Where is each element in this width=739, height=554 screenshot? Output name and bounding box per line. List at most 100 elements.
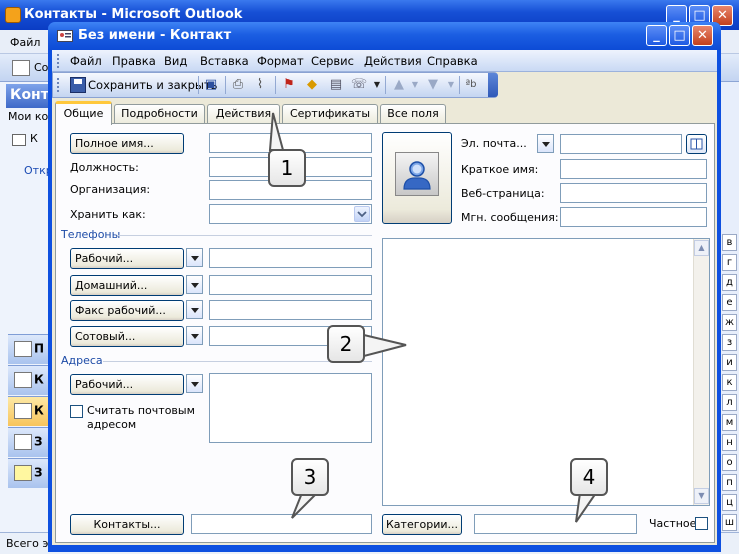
contact-window-title: Без имени - Контакт xyxy=(78,28,232,43)
scroll-up-icon[interactable]: ▲ xyxy=(694,240,709,256)
display-as-label: Краткое имя: xyxy=(461,163,539,176)
outlook-menu-file[interactable]: Файл xyxy=(10,36,40,49)
save-disk-icon[interactable]: ▣ xyxy=(202,76,220,94)
callout-3: 3 xyxy=(291,458,329,496)
chevron-down-icon[interactable] xyxy=(186,300,203,319)
business-phone-field[interactable] xyxy=(209,248,372,268)
index-letter[interactable]: л xyxy=(722,394,737,411)
tab-details[interactable]: Подробности xyxy=(114,104,205,124)
pane-button-notes[interactable]: З xyxy=(8,458,50,488)
display-as-field[interactable] xyxy=(560,159,707,179)
outlook-toolbar-create[interactable]: Со xyxy=(34,61,48,74)
save-icon[interactable] xyxy=(70,77,86,93)
print-icon[interactable]: ⎙ xyxy=(229,76,247,94)
index-letter[interactable]: в xyxy=(722,234,737,251)
contact-index-bar: в г д е ж з и к л м н о п ц ш ь ю xyxy=(720,82,739,551)
menu-view[interactable]: Вид xyxy=(164,54,187,68)
notes-textarea[interactable] xyxy=(382,238,710,506)
index-letter[interactable]: м xyxy=(722,414,737,431)
menu-help[interactable]: Справка xyxy=(427,54,478,68)
menu-edit[interactable]: Правка xyxy=(112,54,156,68)
contacts-button[interactable]: Контакты... xyxy=(70,514,184,535)
chevron-down-icon[interactable]: ▼ xyxy=(368,76,386,94)
tab-activities[interactable]: Действия xyxy=(207,104,280,124)
index-letter[interactable]: п xyxy=(722,474,737,491)
scroll-down-icon[interactable]: ▼ xyxy=(694,488,709,504)
index-letter[interactable]: ц xyxy=(722,494,737,511)
categories-field[interactable] xyxy=(474,514,637,534)
private-checkbox[interactable] xyxy=(695,517,708,530)
menubar-grip[interactable] xyxy=(57,54,61,68)
toolbar-grip[interactable] xyxy=(57,78,61,92)
maximize-icon[interactable]: □ xyxy=(669,25,690,46)
im-address-field[interactable] xyxy=(560,207,707,227)
index-letter[interactable]: ш xyxy=(722,514,737,531)
index-letter[interactable]: ж xyxy=(722,314,737,331)
notes-scrollbar[interactable] xyxy=(693,239,709,505)
toolbar-separator xyxy=(198,76,199,94)
tab-certificates[interactable]: Сертификаты xyxy=(282,104,378,124)
email-field[interactable] xyxy=(560,134,682,154)
menu-format[interactable]: Формат xyxy=(257,54,304,68)
index-letter[interactable]: к xyxy=(722,374,737,391)
map-address-icon[interactable]: ◆ xyxy=(303,76,321,94)
menu-tools[interactable]: Сервис xyxy=(311,54,354,68)
new-contact-icon[interactable] xyxy=(12,60,30,76)
minimize-icon[interactable]: _ xyxy=(646,25,667,46)
open-shared-contacts-link[interactable]: Откр xyxy=(24,164,50,177)
index-letter[interactable]: е xyxy=(722,294,737,311)
file-as-select[interactable] xyxy=(209,204,372,224)
mobile-phone-button[interactable]: Сотовый... xyxy=(70,326,184,347)
chevron-down-icon[interactable] xyxy=(186,326,203,345)
business-fax-field[interactable] xyxy=(209,300,372,320)
toolbar-options-icon[interactable] xyxy=(488,73,498,97)
index-letter[interactable]: и xyxy=(722,354,737,371)
tab-general[interactable]: Общие xyxy=(55,101,112,125)
contacts-folder-item[interactable]: К xyxy=(30,132,50,150)
next-item-icon: ▼ xyxy=(428,77,438,92)
mailing-address-checkbox[interactable] xyxy=(70,405,83,418)
follow-up-flag-icon[interactable]: ⚑ xyxy=(280,76,298,94)
pane-button-contacts[interactable]: К xyxy=(8,396,50,426)
business-address-button[interactable]: Рабочий... xyxy=(70,374,184,395)
categories-button[interactable]: Категории... xyxy=(382,514,462,535)
file-as-label: Хранить как: xyxy=(70,208,146,221)
outlook-main-title: Контакты - Microsoft Outlook xyxy=(24,7,243,22)
close-icon[interactable]: ✕ xyxy=(692,25,713,46)
business-fax-button[interactable]: Факс рабочий... xyxy=(70,300,184,321)
email-chevron-down-icon[interactable] xyxy=(537,134,554,153)
menu-insert[interactable]: Вставка xyxy=(200,54,249,68)
address-book-icon[interactable] xyxy=(686,134,707,154)
index-letter[interactable]: д xyxy=(722,274,737,291)
spelling-check-icon[interactable]: ªb xyxy=(462,76,480,94)
pane-button-calendar[interactable]: К xyxy=(8,365,50,395)
callout-1: 1 xyxy=(268,149,306,187)
call-contact-icon[interactable]: ☏ xyxy=(350,76,368,94)
index-letter[interactable]: з xyxy=(722,334,737,351)
navigation-pane-header: Конт xyxy=(6,84,50,108)
full-name-button[interactable]: Полное имя... xyxy=(70,133,184,154)
home-phone-button[interactable]: Домашний... xyxy=(70,275,184,296)
address-textarea[interactable] xyxy=(209,373,372,443)
chevron-down-icon[interactable] xyxy=(186,275,203,294)
pane-button-mail[interactable]: П xyxy=(8,334,50,364)
toolbar-separator xyxy=(385,76,386,94)
contact-card-display-icon[interactable]: ▤ xyxy=(327,76,345,94)
chevron-down-icon[interactable] xyxy=(186,374,203,393)
index-letter[interactable]: г xyxy=(722,254,737,271)
tab-all-fields[interactable]: Все поля xyxy=(380,104,446,124)
menu-file[interactable]: Файл xyxy=(70,54,102,68)
web-page-field[interactable] xyxy=(560,183,707,203)
menu-actions[interactable]: Действия xyxy=(364,54,422,68)
email-label: Эл. почта... xyxy=(461,137,527,150)
index-letter[interactable]: о xyxy=(722,454,737,471)
business-phone-button[interactable]: Рабочий... xyxy=(70,248,184,269)
file-as-chevron-down-icon[interactable] xyxy=(354,206,370,222)
job-title-label: Должность: xyxy=(70,161,139,174)
home-phone-field[interactable] xyxy=(209,275,372,295)
index-letter[interactable]: н xyxy=(722,434,737,451)
attach-icon[interactable]: ⌇ xyxy=(251,76,269,94)
pane-button-tasks[interactable]: З xyxy=(8,427,50,457)
contacts-field[interactable] xyxy=(191,514,372,534)
chevron-down-icon[interactable] xyxy=(186,248,203,267)
